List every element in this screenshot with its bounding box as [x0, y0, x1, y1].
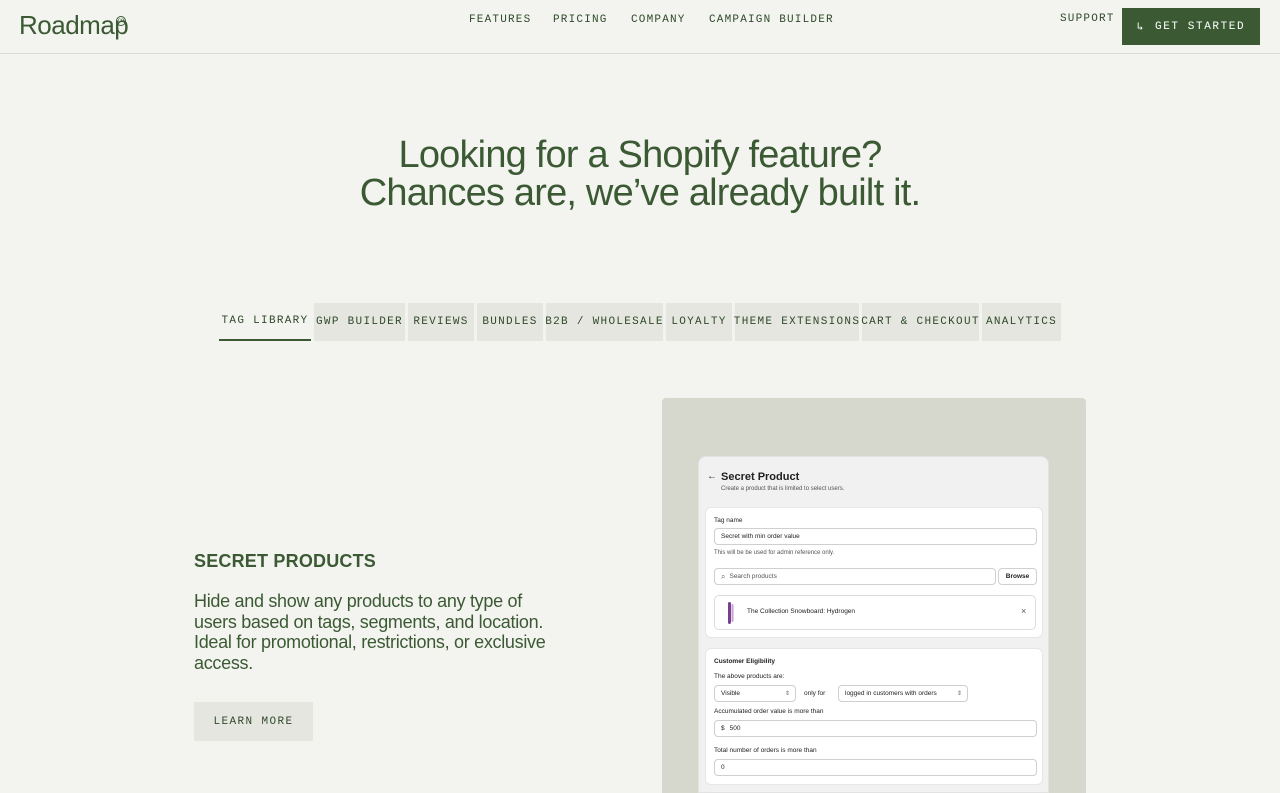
- search-products-field: ⌕ Search products: [714, 568, 996, 585]
- logo[interactable]: Roadmap: [19, 10, 129, 41]
- nav-pricing[interactable]: PRICING: [553, 14, 608, 26]
- remove-product-icon: ×: [1021, 606, 1027, 616]
- above-products-label: The above products are:: [714, 673, 785, 680]
- hero-line-1: Looking for a Shopify feature?: [398, 134, 882, 176]
- visibility-value: Visible: [721, 690, 741, 697]
- preview-subtitle: Create a product that is limited to sele…: [721, 486, 845, 492]
- tab-bundles[interactable]: BUNDLES: [477, 303, 543, 341]
- tag-name-field: Secret with min order value: [714, 528, 1037, 545]
- hero-line-2: Chances are, we’ve already built it.: [359, 172, 921, 214]
- audience-value: logged in customers with orders: [845, 690, 937, 697]
- eligibility-title: Customer Eligibility: [714, 658, 776, 665]
- search-icon: ⌕: [721, 571, 726, 581]
- select-chevron-icon: ⇕: [956, 691, 962, 697]
- tab-tag-library[interactable]: TAG LIBRARY: [219, 303, 311, 341]
- tab-loyalty[interactable]: LOYALTY: [666, 303, 732, 341]
- logo-mark-icon: co: [116, 16, 126, 26]
- product-name: The Collection Snowboard: Hydrogen: [747, 608, 856, 615]
- site-header: Roadmap co FEATURES PRICING COMPANY CAMP…: [0, 0, 1280, 54]
- select-chevron-icon: ⇕: [784, 691, 790, 697]
- learn-more-button[interactable]: LEARN MORE: [194, 702, 313, 741]
- order-value-field: $ 500: [714, 720, 1037, 737]
- tag-name-help: This will be be used for admin reference…: [714, 550, 835, 556]
- nav-support[interactable]: SUPPORT: [1060, 13, 1115, 25]
- audience-select: logged in customers with orders ⇕: [838, 685, 968, 702]
- get-started-button[interactable]: ↳ GET STARTED: [1122, 8, 1260, 45]
- tab-reviews[interactable]: REVIEWS: [408, 303, 474, 341]
- tag-name-label: Tag name: [714, 517, 743, 524]
- search-placeholder: Search products: [729, 573, 777, 580]
- currency-symbol: $: [721, 725, 725, 732]
- arrow-return-icon: ↳: [1136, 21, 1145, 34]
- browse-button: Browse: [998, 568, 1037, 585]
- feature-preview-window: ← Secret Product Create a product that i…: [698, 456, 1049, 793]
- tab-b2b-wholesale[interactable]: B2B / WHOLESALE: [545, 303, 663, 341]
- orders-count-field: 0: [714, 759, 1037, 776]
- nav-features[interactable]: FEATURES: [469, 14, 531, 26]
- feature-title: SECRET PRODUCTS: [194, 551, 377, 571]
- tab-theme-extensions[interactable]: THEME EXTENSIONS: [734, 303, 859, 341]
- nav-company[interactable]: COMPANY: [631, 14, 686, 26]
- tab-gwp-builder[interactable]: GWP BUILDER: [314, 303, 405, 341]
- visibility-select: Visible ⇕: [714, 685, 796, 702]
- orders-count-label: Total number of orders is more than: [714, 747, 817, 754]
- snowboard-thumbnail-icon: [728, 602, 734, 624]
- nav-campaign-builder[interactable]: CAMPAIGN BUILDER: [709, 14, 834, 26]
- back-arrow-icon: ←: [707, 471, 717, 482]
- order-value-label: Accumulated order value is more than: [714, 708, 824, 715]
- tab-cart-checkout[interactable]: CART & CHECKOUT: [861, 303, 979, 341]
- tab-analytics[interactable]: ANALYTICS: [982, 303, 1061, 341]
- hero-heading: Looking for a Shopify feature? Chances a…: [0, 136, 1280, 212]
- order-value: 500: [729, 725, 741, 732]
- get-started-label: GET STARTED: [1155, 20, 1246, 33]
- eligibility-card: Customer Eligibility The above products …: [705, 648, 1043, 785]
- preview-title: Secret Product: [721, 471, 800, 483]
- product-row: The Collection Snowboard: Hydrogen ×: [714, 595, 1036, 630]
- only-for-label: only for: [804, 690, 826, 697]
- feature-description: Hide and show any products to any type o…: [194, 591, 546, 673]
- tag-card: Tag name Secret with min order value Thi…: [705, 507, 1043, 638]
